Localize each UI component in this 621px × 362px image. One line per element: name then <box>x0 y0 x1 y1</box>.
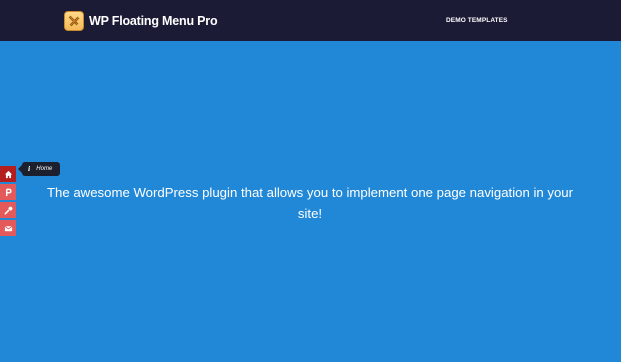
floating-menu-item-p[interactable] <box>0 184 16 200</box>
floating-menu-item-home[interactable] <box>0 166 16 182</box>
brand-link[interactable]: WP Floating Menu Pro <box>64 10 218 32</box>
hero-text: The awesome WordPress plugin that allows… <box>46 185 574 221</box>
floating-menu <box>0 166 16 238</box>
wrench-icon <box>4 206 12 214</box>
nav-link-demo-templates[interactable]: DEMO TEMPLATES <box>446 17 508 24</box>
home-icon <box>4 170 12 178</box>
floating-menu-tooltip: i Home <box>18 162 60 176</box>
crossed-swords-logo-icon <box>64 11 84 31</box>
tooltip-label: Home <box>36 166 53 172</box>
floating-menu-item-wrench[interactable] <box>0 202 16 218</box>
brand-name: WP Floating Menu Pro <box>89 14 218 28</box>
top-navbar: WP Floating Menu Pro DEMO TEMPLATES <box>0 0 621 41</box>
info-icon: i <box>28 165 31 173</box>
envelope-icon <box>4 225 12 231</box>
p-icon <box>5 188 12 196</box>
floating-menu-item-envelope[interactable] <box>0 220 16 236</box>
